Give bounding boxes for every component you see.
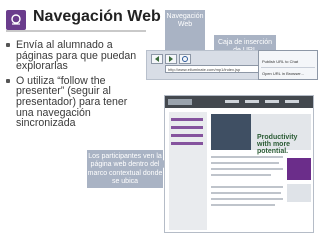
sidebar-link[interactable] <box>171 142 203 145</box>
webpage-hero: Productivity with more potential. <box>211 114 311 155</box>
bullet-text: Envía al alumnado a páginas para que pue… <box>16 39 137 73</box>
callout-participantes: Los participantes ven la página web dent… <box>87 150 163 188</box>
webpage-nav-link[interactable] <box>245 100 259 103</box>
webpage-nav-link[interactable] <box>285 100 299 103</box>
webpage-nav-link[interactable] <box>225 100 239 103</box>
forward-icon[interactable] <box>165 54 177 64</box>
menu-item-publish[interactable]: Publish URL to Chat <box>262 59 298 64</box>
callout-text: Navegación Web <box>166 13 204 29</box>
url-menu: Publish URL to Chat Open URL in Browser.… <box>258 50 318 80</box>
bullet-list: Envía al alumnado a páginas para que pue… <box>6 40 144 133</box>
bullet-marker <box>6 43 10 47</box>
bullet-item: O utiliza “follow the presenter” (seguir… <box>6 74 144 130</box>
text-line <box>211 174 271 176</box>
promo-box <box>287 184 311 202</box>
reload-icon[interactable] <box>179 54 191 64</box>
url-input[interactable]: http://www.elluminate.com/mp1/index.jsp <box>165 65 260 73</box>
text-line <box>211 198 283 200</box>
webpage-nav-link[interactable] <box>265 100 279 103</box>
sidebar-link[interactable] <box>171 134 203 137</box>
menu-item-open-browser[interactable]: Open URL in Browser... <box>262 71 304 76</box>
bullet-text: O utiliza “follow the presenter” (seguir… <box>16 74 128 130</box>
text-line <box>211 192 281 194</box>
sidebar-link[interactable] <box>171 118 203 121</box>
callout-navegacion-web: Navegación Web <box>165 10 205 50</box>
menu-divider <box>261 67 315 68</box>
back-icon[interactable] <box>151 54 163 64</box>
logo-icon <box>6 10 26 30</box>
webpage-header <box>165 96 313 108</box>
promo-box[interactable] <box>287 158 311 180</box>
webpage-sidebar <box>169 112 207 230</box>
sidebar-link[interactable] <box>171 126 203 129</box>
text-line <box>211 204 275 206</box>
text-line <box>211 168 283 170</box>
url-value: http://www.elluminate.com/mp1/index.jsp <box>168 67 241 72</box>
callout-text: Los participantes ven la página web dent… <box>87 153 163 186</box>
page-title: Navegación Web <box>33 8 161 25</box>
hero-heading: Productivity with more potential. <box>257 134 298 155</box>
shared-webpage[interactable]: Productivity with more potential. <box>164 95 314 233</box>
text-line <box>211 156 283 158</box>
title-divider <box>6 30 146 32</box>
hero-image <box>211 114 251 150</box>
text-line <box>211 186 283 188</box>
webpage-logo <box>168 99 192 105</box>
bullet-item: Envía al alumnado a páginas para que pue… <box>6 40 144 72</box>
bullet-marker <box>6 78 10 83</box>
text-line <box>211 162 279 164</box>
